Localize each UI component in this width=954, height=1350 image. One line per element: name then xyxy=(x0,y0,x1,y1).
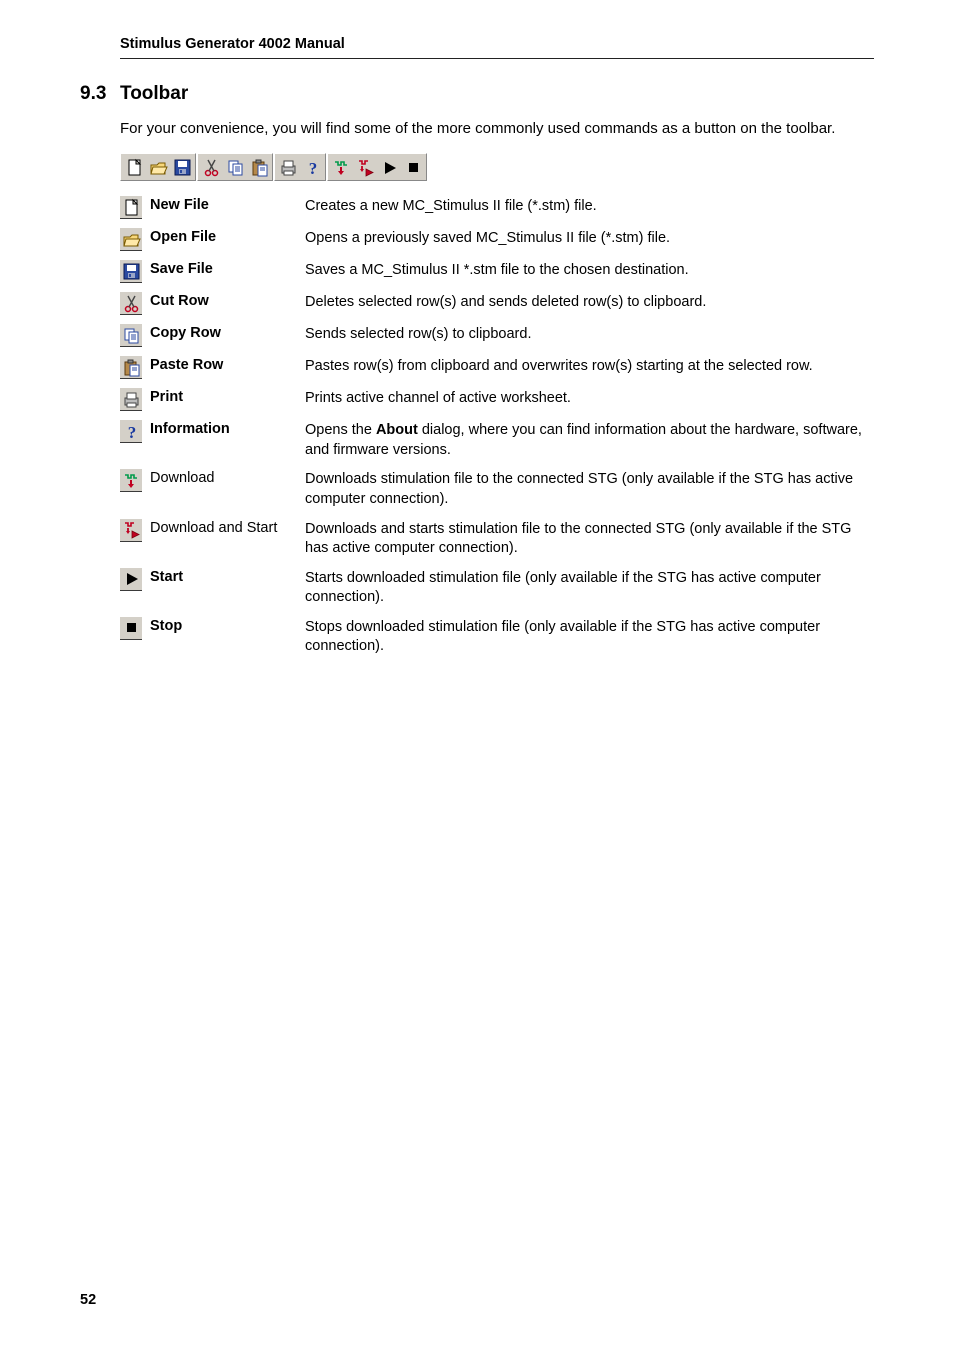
definition-description: Creates a new MC_Stimulus II file (*.stm… xyxy=(305,195,874,217)
definition-row: Open FileOpens a previously saved MC_Sti… xyxy=(120,227,874,251)
definition-row: InformationOpens the About dialog, where… xyxy=(120,419,874,460)
section-heading: 9.3 Toolbar xyxy=(80,83,874,105)
toolbar xyxy=(120,153,874,181)
toolbar-group xyxy=(327,153,427,181)
print-icon xyxy=(279,158,298,177)
paste-button[interactable] xyxy=(247,155,271,179)
download-start-icon xyxy=(356,158,375,177)
definition-icon-cell xyxy=(120,468,150,492)
cut-icon xyxy=(120,292,142,315)
stop-button[interactable] xyxy=(401,155,425,179)
open-file-button[interactable] xyxy=(146,155,170,179)
download-start-icon xyxy=(120,519,142,542)
definition-term: Save File xyxy=(150,259,305,277)
definition-row: PrintPrints active channel of active wor… xyxy=(120,387,874,411)
definition-list: New FileCreates a new MC_Stimulus II fil… xyxy=(120,195,874,657)
definition-row: StopStops downloaded stimulation file (o… xyxy=(120,616,874,657)
definition-icon-cell xyxy=(120,616,150,640)
copy-button[interactable] xyxy=(223,155,247,179)
definition-term: Information xyxy=(150,419,305,437)
definition-icon-cell xyxy=(120,195,150,219)
toolbar-group xyxy=(197,153,273,181)
new-file-icon xyxy=(125,158,144,177)
definition-description: Opens a previously saved MC_Stimulus II … xyxy=(305,227,874,249)
copy-icon xyxy=(120,324,142,347)
definition-icon-cell xyxy=(120,567,150,591)
definition-description: Downloads and starts stimulation file to… xyxy=(305,518,874,559)
definition-description: Saves a MC_Stimulus II *.stm file to the… xyxy=(305,259,874,281)
definition-description: Opens the About dialog, where you can fi… xyxy=(305,419,874,460)
download-button[interactable] xyxy=(329,155,353,179)
definition-icon-cell xyxy=(120,259,150,283)
toolbar-group xyxy=(274,153,326,181)
cut-button[interactable] xyxy=(199,155,223,179)
definition-description: Stops downloaded stimulation file (only … xyxy=(305,616,874,657)
definition-icon-cell xyxy=(120,323,150,347)
info-button[interactable] xyxy=(300,155,324,179)
definition-icon-cell xyxy=(120,419,150,443)
save-file-button[interactable] xyxy=(170,155,194,179)
toolbar-group xyxy=(120,153,196,181)
open-file-icon xyxy=(120,228,142,251)
definition-row: Cut RowDeletes selected row(s) and sends… xyxy=(120,291,874,315)
paste-icon xyxy=(120,356,142,379)
page-number: 52 xyxy=(80,1292,96,1308)
cut-icon xyxy=(202,158,221,177)
definition-term: Download xyxy=(150,468,305,486)
definition-row: New FileCreates a new MC_Stimulus II fil… xyxy=(120,195,874,219)
print-button[interactable] xyxy=(276,155,300,179)
definition-description: Downloads stimulation file to the connec… xyxy=(305,468,874,509)
download-icon xyxy=(120,469,142,492)
paste-icon xyxy=(250,158,269,177)
definition-description: Sends selected row(s) to clipboard. xyxy=(305,323,874,345)
definition-row: Copy RowSends selected row(s) to clipboa… xyxy=(120,323,874,347)
definition-description: Deletes selected row(s) and sends delete… xyxy=(305,291,874,313)
definition-row: Paste RowPastes row(s) from clipboard an… xyxy=(120,355,874,379)
definition-description: Starts downloaded stimulation file (only… xyxy=(305,567,874,608)
definition-icon-cell xyxy=(120,291,150,315)
stop-icon xyxy=(120,617,142,640)
definition-term: Paste Row xyxy=(150,355,305,373)
info-icon xyxy=(303,158,322,177)
definition-term: Stop xyxy=(150,616,305,634)
definition-term: Download and Start xyxy=(150,518,305,536)
copy-icon xyxy=(226,158,245,177)
new-file-icon xyxy=(120,196,142,219)
definition-icon-cell xyxy=(120,227,150,251)
running-head: Stimulus Generator 4002 Manual xyxy=(120,36,874,59)
stop-icon xyxy=(404,158,423,177)
download-icon xyxy=(332,158,351,177)
play-button[interactable] xyxy=(377,155,401,179)
definition-term: Print xyxy=(150,387,305,405)
info-icon xyxy=(120,420,142,443)
new-file-button[interactable] xyxy=(122,155,146,179)
definition-icon-cell xyxy=(120,355,150,379)
definition-term: Cut Row xyxy=(150,291,305,309)
print-icon xyxy=(120,388,142,411)
definition-term: Start xyxy=(150,567,305,585)
play-icon xyxy=(380,158,399,177)
definition-term: Open File xyxy=(150,227,305,245)
definition-term: New File xyxy=(150,195,305,213)
definition-row: DownloadDownloads stimulation file to th… xyxy=(120,468,874,509)
intro-paragraph: For your convenience, you will find some… xyxy=(120,119,874,139)
save-file-icon xyxy=(120,260,142,283)
definition-description: Prints active channel of active workshee… xyxy=(305,387,874,409)
definition-row: Download and StartDownloads and starts s… xyxy=(120,518,874,559)
definition-icon-cell xyxy=(120,387,150,411)
section-title: Toolbar xyxy=(120,83,188,105)
section-number: 9.3 xyxy=(80,83,120,105)
definition-icon-cell xyxy=(120,518,150,542)
download-start-button[interactable] xyxy=(353,155,377,179)
play-icon xyxy=(120,568,142,591)
definition-row: StartStarts downloaded stimulation file … xyxy=(120,567,874,608)
definition-row: Save FileSaves a MC_Stimulus II *.stm fi… xyxy=(120,259,874,283)
definition-term: Copy Row xyxy=(150,323,305,341)
open-file-icon xyxy=(149,158,168,177)
save-file-icon xyxy=(173,158,192,177)
definition-description: Pastes row(s) from clipboard and overwri… xyxy=(305,355,874,377)
